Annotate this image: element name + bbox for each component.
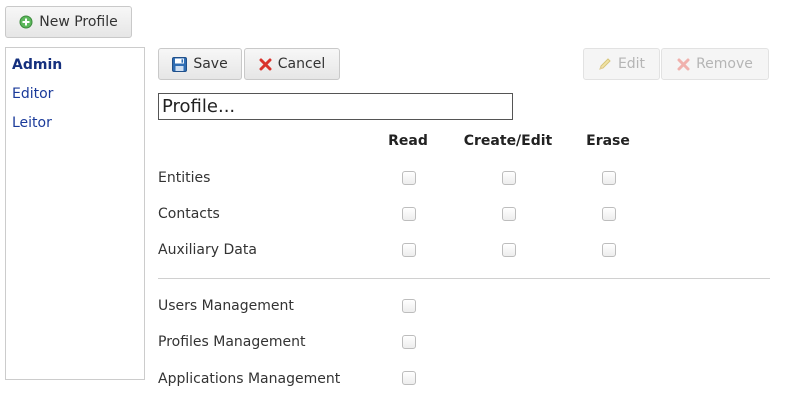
checkbox-users-management[interactable] — [402, 299, 416, 313]
cancel-button[interactable]: Cancel — [244, 48, 340, 80]
checkbox-profiles-management[interactable] — [402, 335, 416, 349]
row-label-applications-management: Applications Management — [158, 371, 341, 387]
save-label: Save — [193, 56, 228, 72]
checkbox-contacts-erase[interactable] — [602, 207, 616, 221]
save-button[interactable]: Save — [158, 48, 242, 80]
column-header-read: Read — [388, 133, 428, 149]
profile-item-admin[interactable]: Admin — [6, 52, 144, 81]
profile-list: Admin Editor Leitor — [5, 47, 145, 380]
profile-name-input[interactable] — [158, 93, 513, 120]
checkbox-auxiliary-data-create-edit[interactable] — [502, 243, 516, 257]
checkbox-entities-create-edit[interactable] — [502, 171, 516, 185]
row-label-auxiliary-data: Auxiliary Data — [158, 242, 257, 258]
checkbox-contacts-create-edit[interactable] — [502, 207, 516, 221]
remove-label: Remove — [696, 56, 753, 72]
x-mark-icon — [259, 58, 272, 71]
checkbox-entities-erase[interactable] — [602, 171, 616, 185]
edit-button[interactable]: Edit — [583, 48, 660, 80]
x-mark-icon — [677, 58, 690, 71]
checkbox-auxiliary-data-read[interactable] — [402, 243, 416, 257]
column-header-create-edit: Create/Edit — [463, 133, 553, 149]
checkbox-entities-read[interactable] — [402, 171, 416, 185]
row-label-users-management: Users Management — [158, 298, 294, 314]
new-profile-button[interactable]: New Profile — [5, 6, 132, 38]
profile-item-editor[interactable]: Editor — [6, 81, 144, 110]
floppy-disk-icon — [172, 56, 188, 72]
remove-button[interactable]: Remove — [661, 48, 769, 80]
profile-item-leitor[interactable]: Leitor — [6, 110, 144, 139]
pencil-icon — [598, 57, 612, 71]
column-header-erase: Erase — [586, 133, 630, 149]
new-profile-label: New Profile — [39, 14, 118, 30]
row-label-profiles-management: Profiles Management — [158, 334, 306, 350]
row-label-contacts: Contacts — [158, 206, 220, 222]
checkbox-applications-management[interactable] — [402, 371, 416, 385]
edit-label: Edit — [617, 56, 646, 72]
checkbox-contacts-read[interactable] — [402, 207, 416, 221]
cancel-label: Cancel — [277, 56, 326, 72]
row-label-entities: Entities — [158, 170, 211, 186]
plus-circle-icon — [19, 15, 33, 29]
section-divider — [158, 278, 770, 279]
checkbox-auxiliary-data-erase[interactable] — [602, 243, 616, 257]
